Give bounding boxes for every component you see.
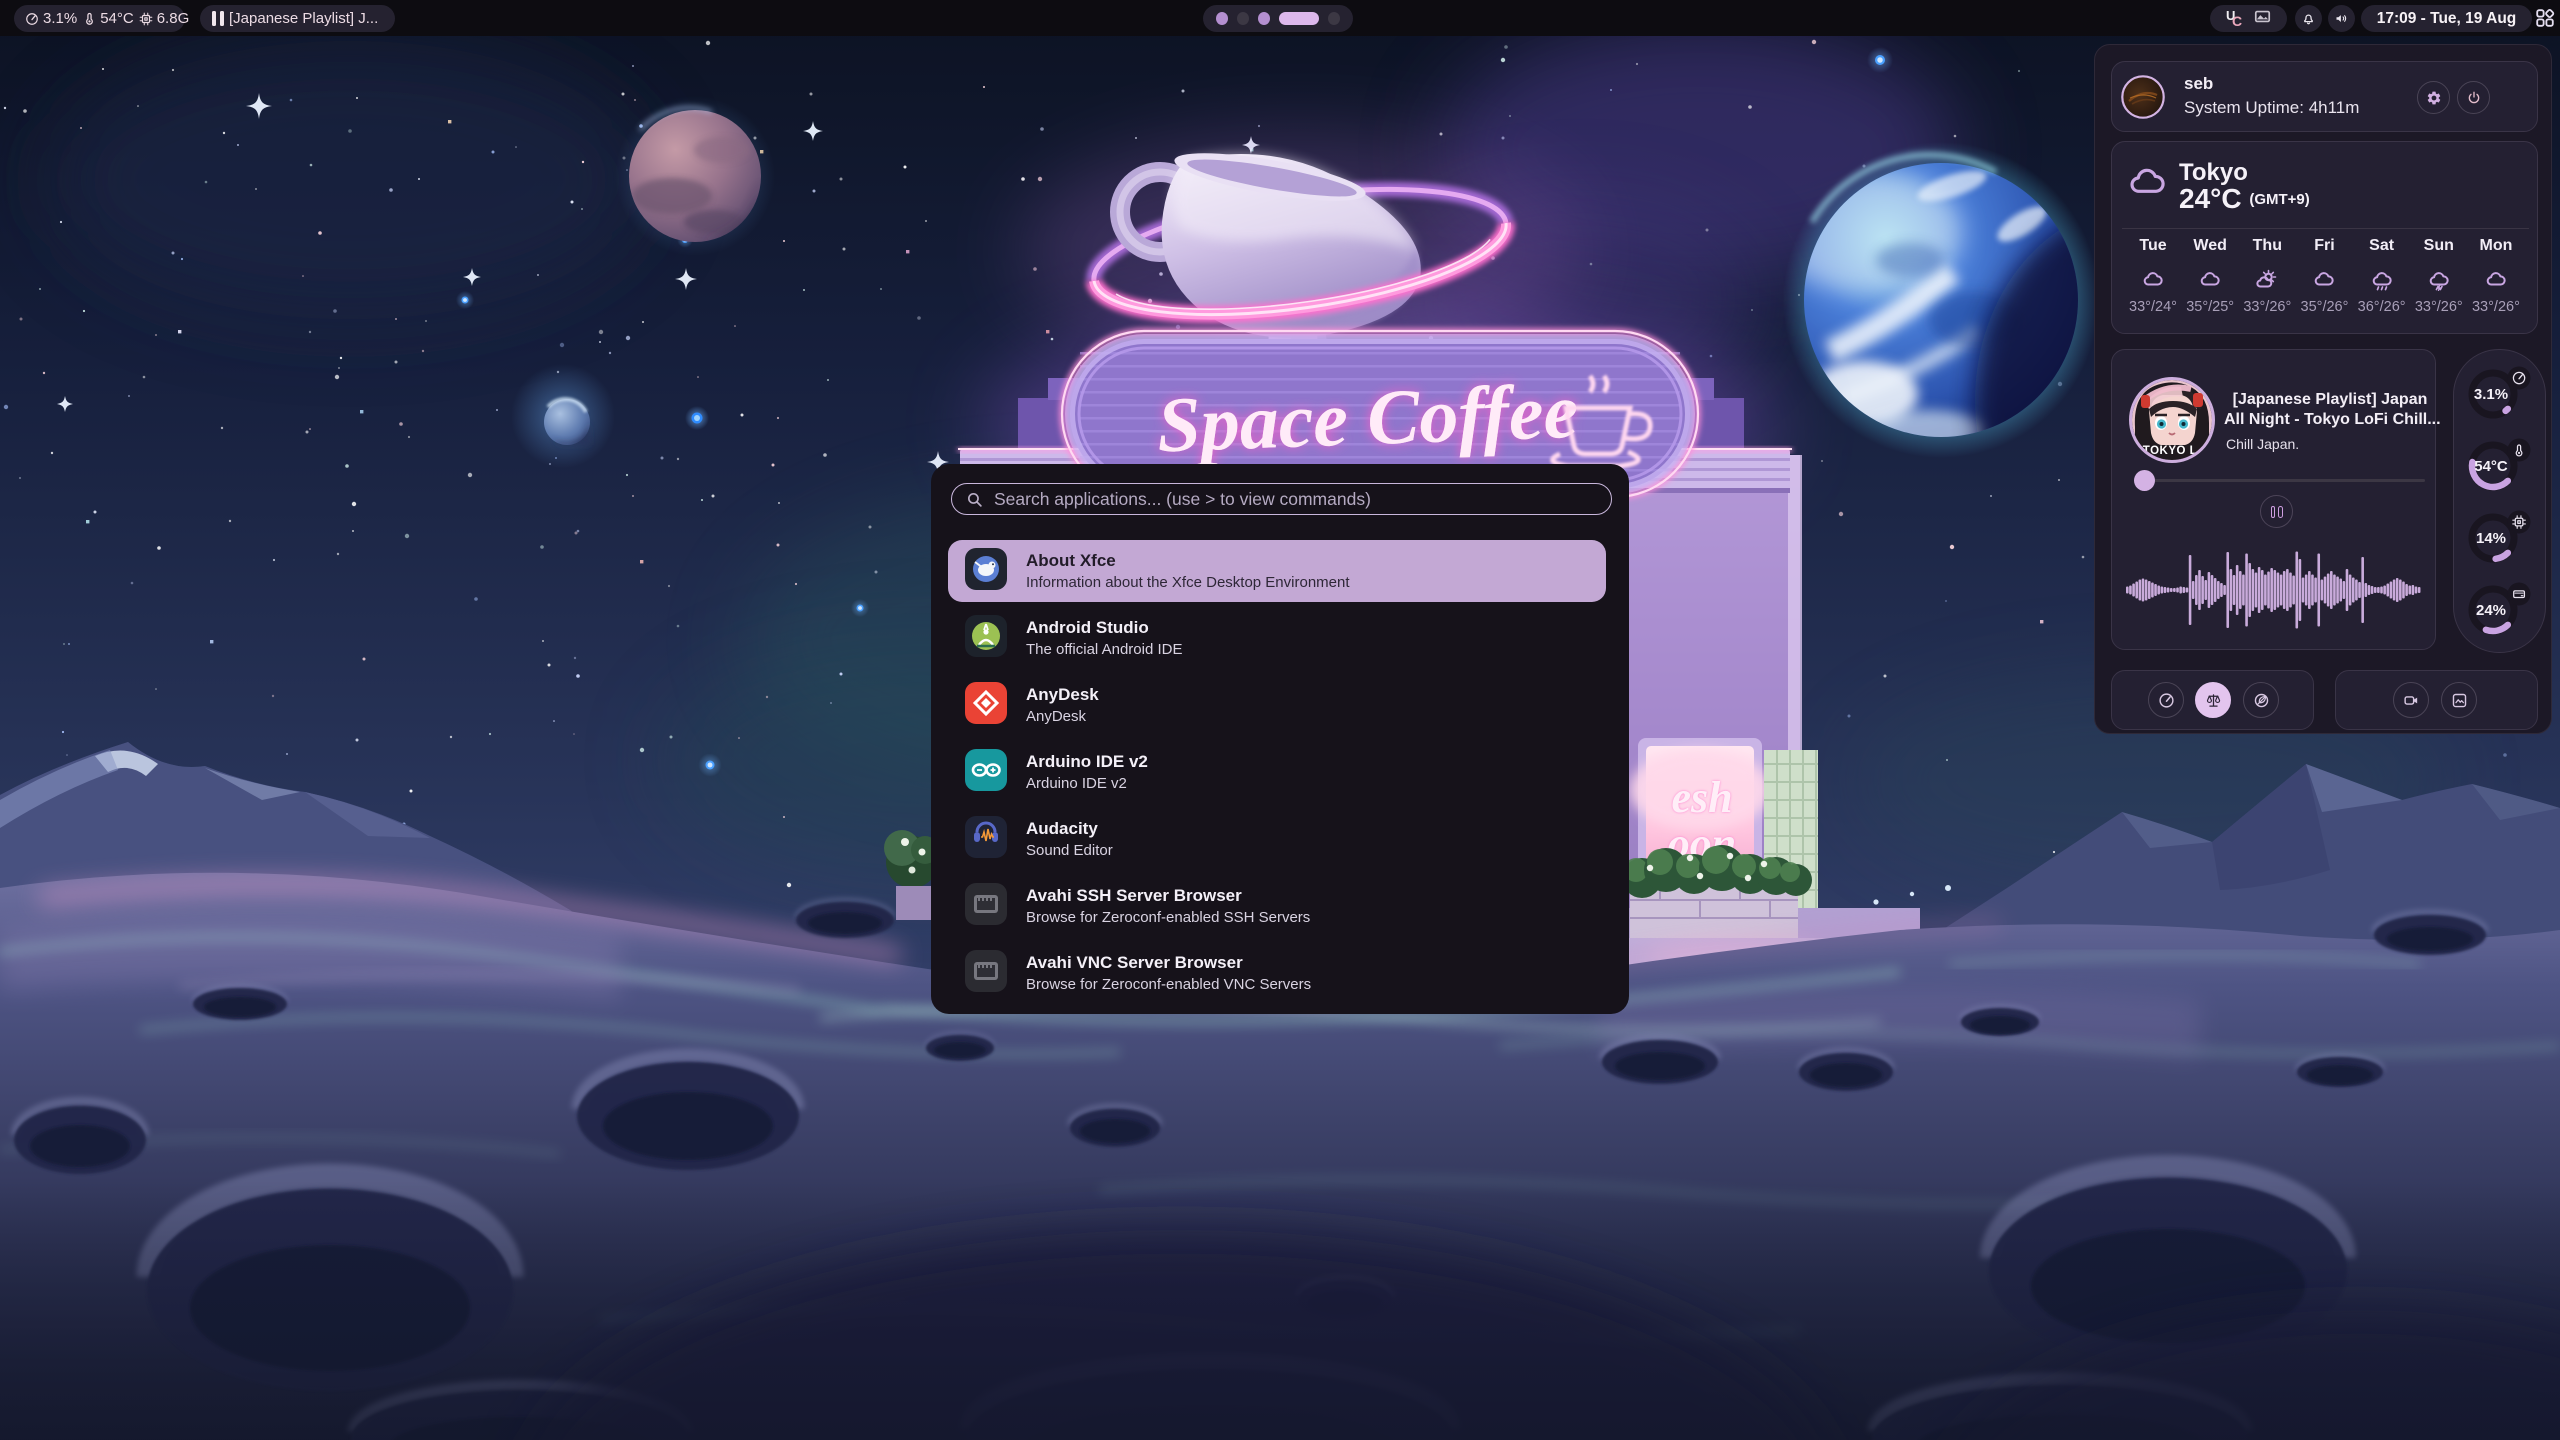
svg-text:Space Coffee: Space Coffee (1156, 367, 1580, 469)
svg-text:esh: esh (1671, 773, 1732, 822)
svg-text:24%: 24% (2475, 602, 2505, 619)
svg-text:54°C: 54°C (2474, 458, 2508, 475)
svg-text:3.1%: 3.1% (2473, 386, 2507, 403)
svg-text:14%: 14% (2475, 530, 2505, 547)
